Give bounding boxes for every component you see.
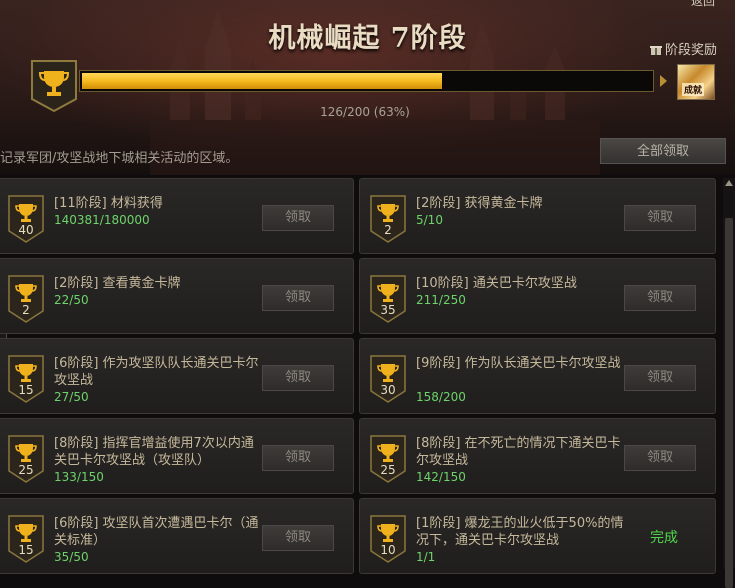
gift-icon [650,46,662,55]
quest-name: [8阶段] 在不死亡的情况下通关巴卡尔攻坚战 [416,436,621,468]
quest-card: 10 [1阶段] 爆龙王的业火低于50%的情况下，通关巴卡尔攻坚战 1/1 完成 [359,498,716,574]
scroll-up-icon[interactable] [725,180,733,186]
quest-progress: 158/200 [416,390,466,404]
scrollbar-thumb[interactable] [725,218,733,588]
quest-card: 35 [10阶段] 通关巴卡尔攻坚战 211/250 领取 [359,258,716,334]
claim-all-button[interactable]: 全部领取 [600,138,726,164]
stage-progress-bar [79,70,654,92]
quest-stage-badge: 10 [380,543,396,557]
claim-button[interactable]: 领取 [624,205,696,231]
quest-card: 40 [11阶段] 材料获得 140381/180000 领取 [0,178,354,254]
quest-name: [8阶段] 指挥官增益使用7次以内通关巴卡尔攻坚战（攻坚队） [54,436,254,468]
quest-card: 2 [2阶段] 查看黄金卡牌 22/50 领取 [0,258,354,334]
quest-name: [9阶段] 作为队长通关巴卡尔攻坚战 [416,356,621,371]
stage-trophy-icon [31,60,77,113]
quest-stage-badge: 2 [22,303,30,317]
quest-progress: 133/150 [54,470,104,484]
stage-reward-item[interactable]: 成就 [677,64,715,100]
quest-progress: 140381/180000 [54,213,150,227]
quest-complete-label: 完成 [650,530,678,546]
quest-name: [11阶段] 材料获得 [54,196,163,211]
quest-progress: 35/50 [54,550,89,564]
quest-progress: 142/150 [416,470,466,484]
claim-button[interactable]: 领取 [624,445,696,471]
quest-progress: 211/250 [416,293,466,307]
stage-progress-fill [82,73,442,89]
quest-stage-badge: 15 [18,383,34,397]
quest-name: [2阶段] 查看黄金卡牌 [54,276,181,291]
quest-card: 2 [2阶段] 获得黄金卡牌 5/10 领取 [359,178,716,254]
claim-button[interactable]: 领取 [624,285,696,311]
quest-name: [1阶段] 爆龙王的业火低于50%的情况下，通关巴卡尔攻坚战 [416,516,624,548]
back-button[interactable]: 返回 [691,0,715,9]
quest-card: 15 [6阶段] 攻坚队首次遭遇巴卡尔（通关标准） 35/50 领取 [0,498,354,574]
quest-stage-badge: 40 [18,223,34,237]
quest-name: [6阶段] 作为攻坚队队长通关巴卡尔攻坚战 [54,356,259,388]
quest-progress: 27/50 [54,390,89,404]
stage-reward-link[interactable]: 阶段奖励 [650,39,717,58]
quest-card: 25 [8阶段] 在不死亡的情况下通关巴卡尔攻坚战 142/150 领取 [359,418,716,494]
quest-progress: 22/50 [54,293,89,307]
claim-button[interactable]: 领取 [262,365,334,391]
quest-card: 30 [9阶段] 作为队长通关巴卡尔攻坚战 158/200 领取 [359,338,716,414]
quest-card: 25 [8阶段] 指挥官增益使用7次以内通关巴卡尔攻坚战（攻坚队） 133/150 领… [0,418,354,494]
claim-button[interactable]: 领取 [262,205,334,231]
claim-button[interactable]: 领取 [624,365,696,391]
quest-list-scrollbar[interactable] [723,178,735,588]
claim-button[interactable]: 领取 [262,525,334,551]
quest-name: [2阶段] 获得黄金卡牌 [416,196,543,211]
quest-progress: 5/10 [416,213,443,227]
quest-progress: 1/1 [416,550,436,564]
quest-stage-badge: 30 [380,383,396,397]
description-text: 记录军团/攻坚战地下城相关活动的区域。 [0,151,239,166]
arrow-right-icon [660,75,667,87]
claim-button[interactable]: 领取 [262,285,334,311]
stage-reward-label: 阶段奖励 [665,43,718,58]
quest-stage-badge: 15 [18,543,34,557]
reward-item-label: 成就 [682,83,705,96]
quest-card: 15 [6阶段] 作为攻坚队队长通关巴卡尔攻坚战 27/50 领取 [0,338,354,414]
page-title: 机械崛起 7阶段 [268,23,467,54]
quest-stage-badge: 25 [380,463,396,477]
quest-stage-badge: 25 [18,463,34,477]
claim-button[interactable]: 领取 [262,445,334,471]
quest-stage-badge: 35 [380,303,396,317]
stage-progress-text: 126/200 (63%) [320,105,410,119]
quest-name: [6阶段] 攻坚队首次遭遇巴卡尔（通关标准） [54,516,259,548]
quest-stage-badge: 2 [384,223,392,237]
quest-name: [10阶段] 通关巴卡尔攻坚战 [416,276,577,291]
